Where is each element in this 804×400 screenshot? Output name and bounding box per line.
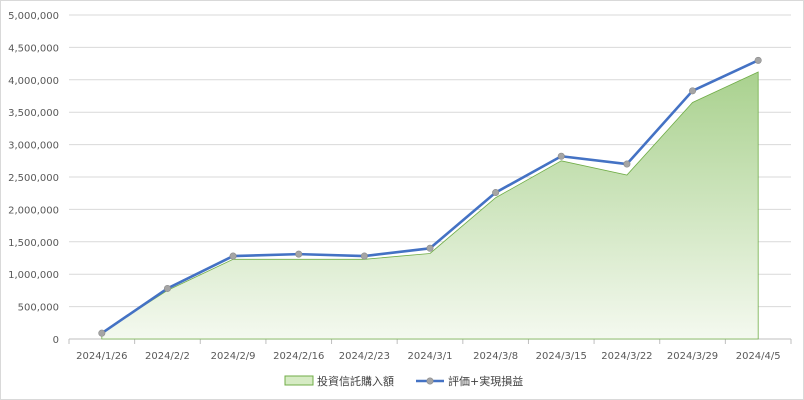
data-point (426, 244, 434, 252)
x-tick-label: 2024/2/23 (339, 351, 390, 362)
y-axis: 0 500,000 1,000,000 1,500,000 2,000,000 2,500… (8, 11, 59, 346)
x-tick-label: 2024/3/1 (408, 351, 453, 362)
legend-swatch-marker (426, 377, 434, 385)
x-tick-label: 2024/3/29 (667, 351, 718, 362)
y-tick-label: 2,000,000 (8, 205, 59, 216)
data-point (557, 152, 565, 160)
chart-container: 0 500,000 1,000,000 1,500,000 2,000,000 2,500… (0, 0, 804, 400)
x-tick-label: 2024/3/22 (601, 351, 652, 362)
y-tick-label: 1,500,000 (8, 238, 59, 249)
x-axis: 2024/1/26 2024/2/2 2024/2/9 2024/2/16 2024/2… (68, 339, 792, 362)
x-tick-label: 2024/4/5 (736, 351, 781, 362)
y-tick-label: 4,500,000 (8, 43, 59, 54)
y-tick-label: 4,000,000 (8, 76, 59, 87)
legend-label: 評価+実現損益 (448, 374, 523, 388)
x-tick-label: 2024/3/15 (536, 351, 587, 362)
data-point (689, 87, 697, 95)
data-point (295, 250, 303, 258)
y-tick-label: 2,500,000 (8, 173, 59, 184)
data-point (98, 329, 106, 337)
legend-swatch-area (284, 375, 314, 386)
legend: 投資信託購入額 評価+実現損益 (284, 374, 523, 388)
y-tick-label: 500,000 (18, 303, 59, 314)
y-tick-label: 3,500,000 (8, 108, 59, 119)
y-tick-label: 5,000,000 (8, 11, 59, 22)
data-point (163, 284, 171, 292)
y-tick-label: 0 (53, 335, 59, 346)
data-point (229, 252, 237, 260)
data-point (360, 252, 368, 260)
x-tick-label: 2024/1/26 (76, 351, 127, 362)
legend-label: 投資信託購入額 (317, 374, 394, 388)
chart-svg: 0 500,000 1,000,000 1,500,000 2,000,000 2,500… (8, 11, 792, 388)
x-tick-label: 2024/2/2 (145, 351, 190, 362)
x-tick-label: 2024/3/8 (473, 351, 518, 362)
x-tick-label: 2024/2/16 (273, 351, 324, 362)
data-point (754, 56, 762, 64)
data-point (623, 160, 631, 168)
y-tick-label: 3,000,000 (8, 141, 59, 152)
x-tick-label: 2024/2/9 (211, 351, 256, 362)
y-tick-label: 1,000,000 (8, 270, 59, 281)
data-point (492, 189, 500, 197)
